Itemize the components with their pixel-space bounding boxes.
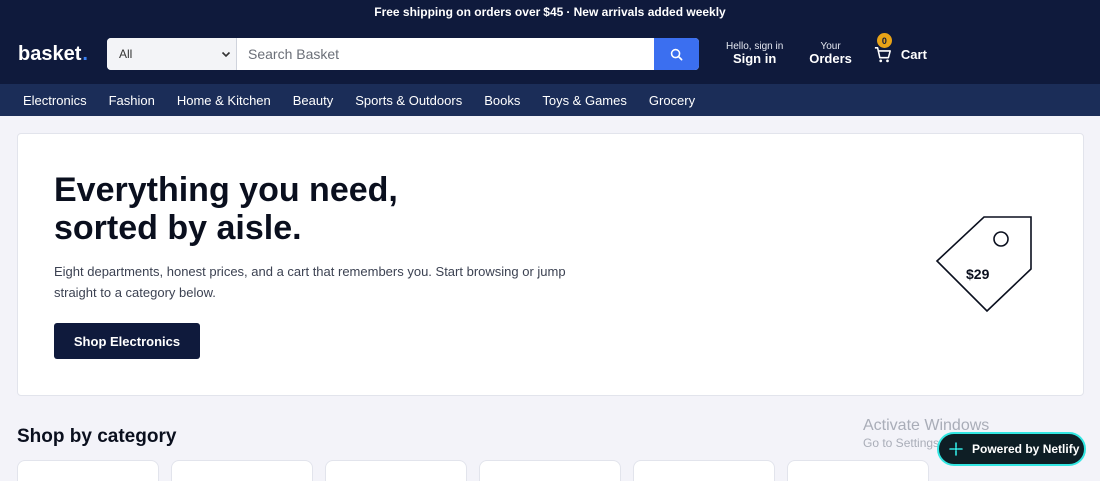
category-card[interactable] xyxy=(479,460,621,481)
chevron-down-icon xyxy=(221,51,231,58)
hero-banner: Everything you need, sorted by aisle. Ei… xyxy=(17,133,1084,396)
search-button[interactable] xyxy=(654,38,699,70)
promo-bar: Free shipping on orders over $45 · New a… xyxy=(0,0,1100,24)
cart-icon xyxy=(874,47,891,63)
search-input[interactable] xyxy=(237,38,654,70)
category-card[interactable] xyxy=(325,460,467,481)
nav-item-electronics[interactable]: Electronics xyxy=(12,93,98,108)
account-signin-label: Sign in xyxy=(732,51,777,67)
category-card[interactable] xyxy=(633,460,775,481)
category-nav: Electronics Fashion Home & Kitchen Beaut… xyxy=(0,84,1100,116)
nav-item-sports-outdoors[interactable]: Sports & Outdoors xyxy=(344,93,473,108)
search-category-select[interactable]: All xyxy=(107,38,237,70)
account-signin[interactable]: Hello, sign in Sign in xyxy=(726,41,783,66)
logo[interactable]: basket. xyxy=(18,43,106,66)
price-tag-illustration: $29 xyxy=(934,214,1034,314)
nav-item-fashion[interactable]: Fashion xyxy=(98,93,166,108)
promo-amount: $45 xyxy=(543,5,564,19)
nav-item-grocery[interactable]: Grocery xyxy=(638,93,706,108)
nav-item-beauty[interactable]: Beauty xyxy=(282,93,344,108)
nav-item-books[interactable]: Books xyxy=(473,93,531,108)
category-card[interactable] xyxy=(17,460,159,481)
category-card-row xyxy=(17,460,929,481)
shop-by-category-title: Shop by category xyxy=(17,426,177,447)
netlify-icon xyxy=(949,442,963,456)
promo-text-before: Free shipping on orders over xyxy=(374,5,541,19)
promo-text-after: · New arrivals added weekly xyxy=(566,5,726,19)
netlify-badge-label: Powered by Netlify xyxy=(972,442,1080,456)
category-card[interactable] xyxy=(171,460,313,481)
cart-icon-wrap: 0 xyxy=(874,33,894,64)
logo-dot: . xyxy=(82,42,88,65)
hero-description: Eight departments, honest prices, and a … xyxy=(54,264,566,300)
cart-button[interactable]: 0 Cart xyxy=(874,33,927,64)
search-icon xyxy=(670,48,683,60)
cart-label: Cart xyxy=(900,46,927,62)
category-card[interactable] xyxy=(787,460,929,481)
orders-line2: Orders xyxy=(809,51,852,67)
shop-electronics-button[interactable]: Shop Electronics xyxy=(54,323,200,359)
netlify-badge[interactable]: Powered by Netlify xyxy=(937,432,1086,466)
nav-item-toys-games[interactable]: Toys & Games xyxy=(531,93,638,108)
nav-item-home-kitchen[interactable]: Home & Kitchen xyxy=(166,93,282,108)
search-category-value: All xyxy=(119,47,133,61)
search-bar: All xyxy=(106,37,700,71)
price-tag-icon xyxy=(935,216,1032,313)
site-header: basket. All Hello, sign in Sign in Your … xyxy=(0,24,1100,84)
hero-title: Everything you need, sorted by aisle. xyxy=(54,171,398,247)
hero-title-line2: sorted by aisle. xyxy=(54,209,302,247)
price-tag-value: $29 xyxy=(966,266,990,282)
hero-title-line1: Everything you need, xyxy=(54,171,398,209)
orders-link[interactable]: Your Orders xyxy=(809,41,852,66)
logo-text: basket xyxy=(18,42,82,65)
